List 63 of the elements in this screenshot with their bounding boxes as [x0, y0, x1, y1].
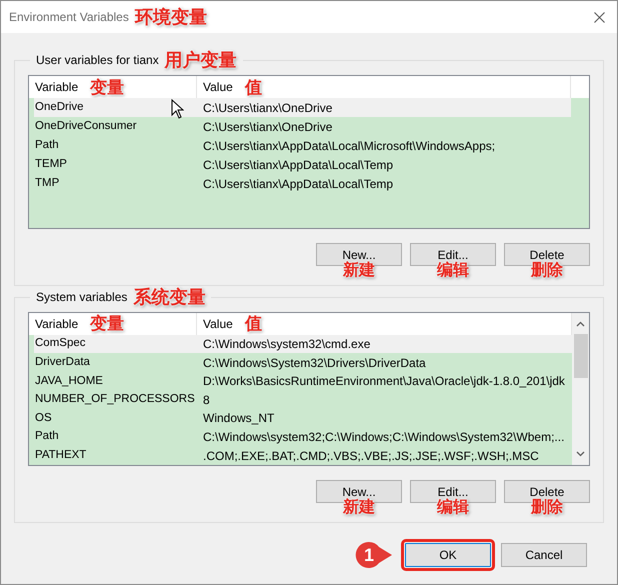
variable-row[interactable]: TMP C:\Users\tianx\AppData\Local\Temp: [34, 174, 571, 193]
variable-row[interactable]: OS Windows_NT: [34, 409, 572, 428]
step-badge: 1: [355, 541, 393, 569]
variable-value: .COM;.EXE;.BAT;.CMD;.VBS;.VBE;.JS;.JSE;.WSF;.WSH;.MSC: [202, 448, 540, 465]
column-header[interactable]: Value: [203, 78, 233, 96]
vertical-scrollbar[interactable]: [572, 313, 589, 465]
variable-name: DriverData: [35, 354, 90, 370]
column-header[interactable]: Variable: [35, 314, 78, 333]
group-title: User variables for tianx: [36, 52, 159, 69]
variable-value: C:\Users\tianx\AppData\Local\Temp: [202, 176, 394, 192]
variable-value: C:\Users\tianx\OneDrive: [202, 100, 334, 116]
variable-row[interactable]: DriverData C:\Windows\System32\Drivers\DriverData: [34, 353, 572, 372]
annotation-label: 值: [244, 78, 262, 96]
variable-name: JAVA_HOME: [35, 374, 103, 389]
variable-value: C:\Windows\system32\cmd.exe: [202, 336, 372, 353]
dialog-button[interactable]: Cancel: [501, 543, 587, 567]
variable-value: C:\Users\tianx\AppData\Local\Temp: [202, 156, 394, 174]
annotation-label: 新建: [343, 263, 375, 279]
variable-value: 8: [202, 392, 211, 409]
variable-value: Windows_NT: [202, 410, 276, 428]
annotation-label: 用户变量: [164, 51, 237, 69]
annotation-label: 系统变量: [133, 288, 206, 306]
variable-row[interactable]: PATHEXT .COM;.EXE;.BAT;.CMD;.VBS;.VBE;.JS;.JSE;.WSF;.WSH;.MSC: [34, 446, 572, 465]
variable-row[interactable]: Path C:\Windows\system32;C:\Windows;C:\Windows\System32\Wbem;...: [34, 428, 572, 446]
annotation-label: 值: [244, 315, 262, 332]
variable-name: PATHEXT: [35, 448, 86, 464]
group-title: System variables: [36, 289, 128, 306]
variable-row[interactable]: NUMBER_OF_PROCESSORS 8: [34, 390, 572, 410]
variable-row[interactable]: Path C:\Users\tianx\AppData\Local\Microsoft\WindowsApps;: [34, 136, 571, 155]
column-header[interactable]: Variable: [35, 78, 78, 96]
annotation-label: 变量: [90, 315, 124, 332]
scrollbar-thumb[interactable]: [574, 334, 588, 378]
variable-name: Path: [35, 138, 59, 153]
variable-row[interactable]: OneDrive C:\Users\tianx\OneDrive: [34, 98, 571, 117]
variable-value: D:\Works\BasicsRuntimeEnvironment\Java\Oracle\jdk-1.8.0_201\jdk: [202, 373, 566, 390]
variable-value: C:\Users\tianx\OneDrive: [202, 118, 334, 136]
variable-name: NUMBER_OF_PROCESSORS: [35, 392, 195, 408]
scroll-up-icon[interactable]: [576, 321, 585, 327]
scroll-down-icon[interactable]: [576, 451, 585, 457]
variable-name: TMP: [35, 176, 60, 191]
annotation-label: 环境变量: [134, 8, 207, 26]
variable-name: OneDriveConsumer: [35, 118, 137, 134]
window-title: Environment Variables: [9, 9, 129, 26]
variable-row[interactable]: TEMP C:\Users\tianx\AppData\Local\Temp: [34, 155, 571, 174]
annotation-label: 编辑: [437, 263, 469, 279]
annotation-label: 删除: [531, 500, 563, 516]
variable-value: C:\Windows\system32;C:\Windows;C:\Windows\System32\Wbem;...: [202, 429, 566, 446]
column-header[interactable]: Value: [203, 314, 233, 333]
close-icon[interactable]: [594, 12, 605, 22]
variable-name: ComSpec: [35, 336, 86, 352]
variable-name: OneDrive: [35, 100, 84, 115]
annotation-label: 编辑: [437, 500, 469, 516]
variable-value: C:\Users\tianx\AppData\Local\Microsoft\WindowsApps;: [202, 138, 496, 154]
annotation-label: 新建: [343, 500, 375, 516]
variable-row[interactable]: JAVA_HOME D:\Works\BasicsRuntimeEnvironment\Java\Oracle\jdk-1.8.0_201\jdk: [34, 372, 572, 390]
annotation-label: 变量: [90, 78, 124, 96]
variable-value: C:\Windows\System32\Drivers\DriverData: [202, 354, 427, 372]
variable-name: TEMP: [35, 156, 67, 172]
variable-name: OS: [35, 410, 52, 426]
variable-name: Path: [35, 429, 59, 444]
variable-row[interactable]: OneDriveConsumer C:\Users\tianx\OneDrive: [34, 117, 571, 136]
annotation-label: 删除: [531, 263, 563, 279]
variable-row[interactable]: ComSpec C:\Windows\system32\cmd.exe: [34, 334, 572, 354]
